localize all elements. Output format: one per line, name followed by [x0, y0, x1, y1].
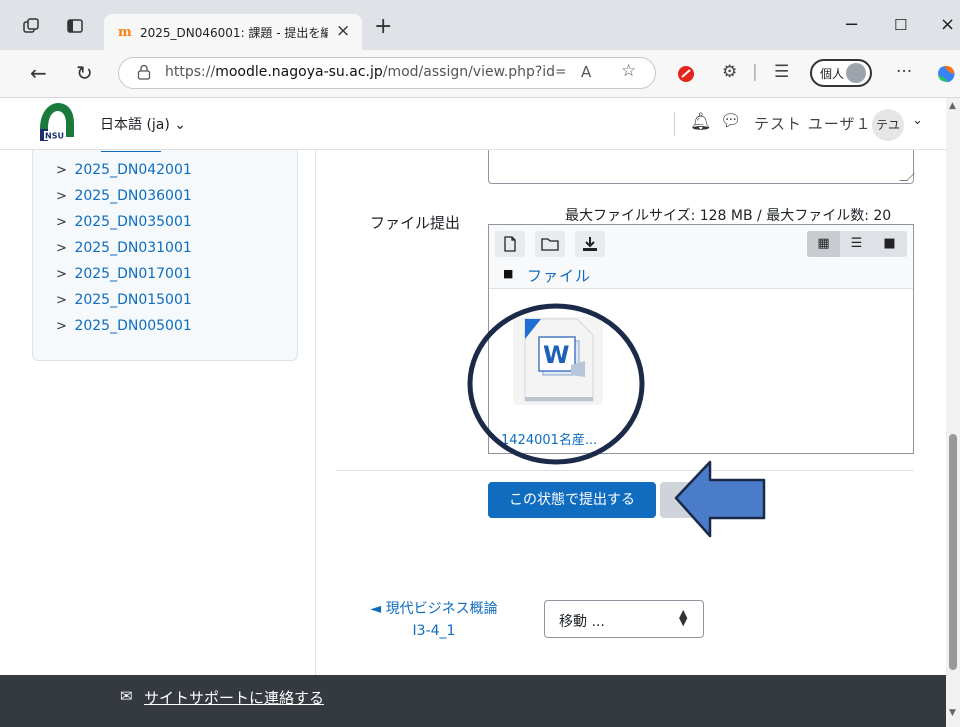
cancel-button[interactable]: キャンセル — [660, 482, 764, 518]
language-menu[interactable]: 日本語 (ja) ⌄ — [100, 114, 186, 134]
tab-close-icon[interactable]: × — [336, 21, 350, 41]
course-item[interactable]: > 2025_DN015001 — [56, 292, 192, 308]
maximize-icon[interactable]: ☐ — [894, 16, 907, 34]
scroll-down-arrow-icon[interactable]: ▼ — [949, 708, 956, 718]
uploaded-file-name[interactable]: 1424001名産... — [501, 429, 597, 448]
site-support-link[interactable]: サイトサポートに連絡する — [144, 687, 324, 708]
browser-toolbar: ← ↻ https://moodle.nagoya-su.ac.jp/mod/a… — [0, 50, 960, 98]
back-arrow-icon[interactable]: ← — [30, 61, 47, 85]
course-item[interactable]: > 2025_DN005001 — [56, 318, 192, 334]
form-divider — [336, 470, 914, 471]
file-manager-toolbar: ▦ ☰ ■ — [489, 225, 913, 261]
resize-handle-icon[interactable] — [899, 173, 915, 181]
user-name[interactable]: テスト ユーザ１ — [754, 113, 871, 134]
course-item[interactable]: > 2025_DN031001 — [56, 240, 192, 256]
lock-icon[interactable] — [137, 64, 151, 80]
max-file-size-text: 最大ファイルサイズ: 128 MB / 最大ファイル数: 20 — [565, 208, 892, 224]
chevron-right-icon: > — [56, 215, 67, 230]
jump-to-select[interactable]: 移動 ... ▲ ▼ — [544, 600, 704, 638]
course-item-partial — [101, 144, 161, 152]
course-item[interactable]: > 2025_DN042001 — [56, 162, 192, 178]
view-toggle-group: ▦ ☰ ■ — [807, 231, 907, 257]
path-folder-link[interactable]: ファイル — [527, 265, 591, 286]
toolbar-divider: | — [752, 62, 758, 82]
read-aloud-icon[interactable]: A — [581, 63, 591, 81]
icon-view-icon[interactable]: ▦ — [807, 231, 840, 257]
chevron-right-icon: > — [56, 319, 67, 334]
svg-text:NSU: NSU — [45, 132, 64, 141]
browser-tab-active[interactable]: m 2025_DN046001: 課題 - 提出を編集 × — [104, 14, 362, 50]
chevron-right-icon: > — [56, 267, 67, 282]
list-view-icon[interactable]: ☰ — [840, 231, 873, 257]
file-submission-label: ファイル提出 — [370, 214, 461, 232]
user-menu-chevron-down-icon[interactable]: ⌄ — [912, 113, 923, 128]
file-manager-path: ■ ファイル — [489, 261, 913, 289]
address-bar[interactable]: https://moodle.nagoya-su.ac.jp/mod/assig… — [118, 57, 656, 89]
favorites-icon[interactable]: ☰ — [774, 62, 789, 82]
tree-view-folder-icon[interactable]: ■ — [873, 231, 906, 257]
select-arrows-icon: ▲ ▼ — [679, 607, 688, 628]
close-window-icon[interactable]: × — [940, 14, 955, 35]
nsu-logo-icon[interactable]: NSU — [36, 101, 78, 147]
more-menu-icon[interactable]: ··· — [896, 62, 912, 82]
navbar-divider — [674, 112, 675, 136]
profile-label: 個人 — [820, 67, 845, 81]
course-index-drawer: > 2025_DN042001 > 2025_DN036001 > 2025_D… — [0, 150, 316, 675]
tab-actions-icon[interactable] — [66, 17, 84, 35]
minimize-icon[interactable]: − — [844, 14, 859, 35]
tab-title: 2025_DN046001: 課題 - 提出を編集 — [140, 26, 328, 40]
svg-text:W: W — [543, 341, 569, 369]
file-manager: ▦ ☰ ■ ■ ファイル W 1424001名産... — [488, 224, 914, 454]
previous-activity-link[interactable]: ◄ 現代ビジネス概論Ⅰ3-4_1 — [368, 598, 500, 642]
profile-button[interactable]: 個人 — [810, 59, 872, 87]
chevron-right-icon: > — [56, 189, 67, 204]
page-footer: ✉ サイトサポートに連絡する — [0, 675, 946, 727]
jump-to-label: 移動 ... — [559, 614, 605, 630]
add-file-icon[interactable] — [495, 231, 525, 257]
page-scrollbar[interactable]: ▲ ▼ — [946, 98, 960, 727]
extensions-icon[interactable]: ⚙ — [722, 62, 737, 82]
favorite-star-icon[interactable]: ☆ — [621, 61, 636, 81]
moodle-favicon-icon: m — [118, 25, 132, 40]
copilot-icon[interactable] — [934, 62, 958, 86]
course-item[interactable]: > 2025_DN036001 — [56, 188, 192, 204]
course-item[interactable]: > 2025_DN017001 — [56, 266, 192, 282]
profile-avatar-icon — [846, 63, 866, 83]
moodle-navbar: NSU 日本語 (ja) ⌄ 🔔︎ 💬︎ テスト ユーザ１ テユ ⌄ — [0, 98, 946, 150]
scrollbar-thumb[interactable] — [949, 434, 957, 670]
workspaces-icon[interactable] — [22, 17, 40, 35]
browser-titlebar: m 2025_DN046001: 課題 - 提出を編集 × + − ☐ × — [0, 0, 960, 50]
submit-button[interactable]: この状態で提出する — [488, 482, 656, 518]
messages-icon[interactable]: 💬︎ — [720, 111, 742, 131]
chevron-right-icon: > — [56, 241, 67, 256]
url-text[interactable]: https://moodle.nagoya-su.ac.jp/mod/assig… — [165, 64, 565, 80]
security-extension-icon[interactable] — [676, 64, 696, 84]
download-icon[interactable] — [575, 231, 605, 257]
scroll-up-arrow-icon[interactable]: ▲ — [949, 101, 956, 111]
create-folder-icon[interactable] — [535, 231, 565, 257]
refresh-icon[interactable]: ↻ — [76, 61, 93, 85]
chevron-right-icon: > — [56, 163, 67, 178]
course-item[interactable]: > 2025_DN035001 — [56, 214, 192, 230]
notification-bell-icon[interactable]: 🔔︎ — [690, 112, 712, 132]
word-document-icon: W — [524, 318, 594, 402]
user-avatar[interactable]: テユ — [872, 109, 904, 141]
file-thumbnail[interactable]: W — [513, 317, 603, 405]
new-tab-icon[interactable]: + — [374, 14, 392, 39]
folder-icon: ■ — [503, 267, 514, 280]
envelope-icon: ✉ — [120, 687, 133, 705]
file-drop-area[interactable]: W 1424001名産... — [489, 289, 913, 453]
chevron-right-icon: > — [56, 293, 67, 308]
online-text-area[interactable] — [488, 150, 915, 184]
